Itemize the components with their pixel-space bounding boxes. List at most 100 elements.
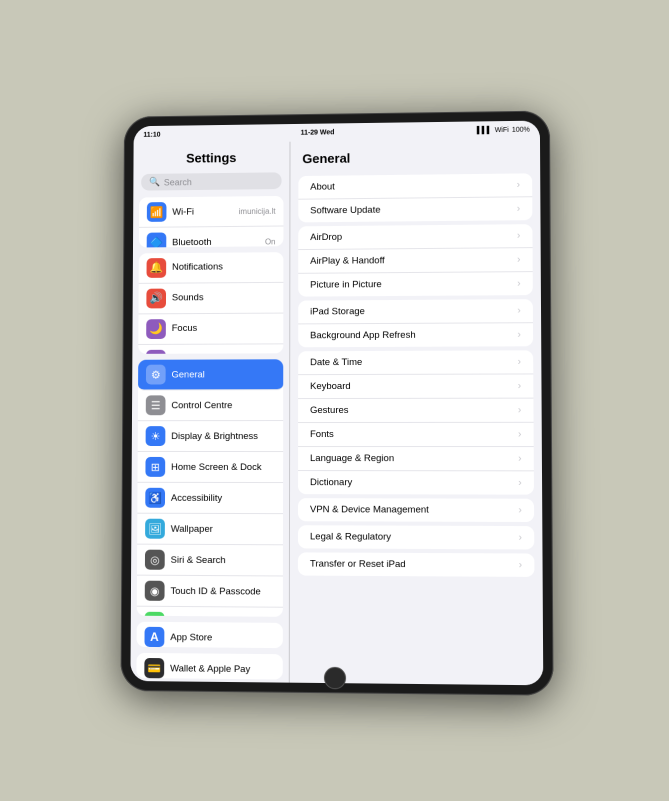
datetime-label: Date & Time	[310, 356, 362, 367]
tablet-device: 11:10 11-29 Wed ▌▌▌ WiFi 100% Settings 🔍…	[120, 110, 553, 695]
language-chevron: ›	[518, 453, 521, 464]
sidebar-item-controlcentre[interactable]: ☰ Control Centre	[137, 390, 282, 421]
appstore-label: App Store	[170, 631, 212, 642]
softwareupdate-label: Software Update	[310, 204, 380, 216]
content-group-legal: Legal & Regulatory ›	[297, 525, 533, 549]
legal-label: Legal & Regulatory	[309, 531, 390, 542]
appstore-icon: A	[144, 626, 164, 646]
battery-status: 100%	[511, 126, 529, 133]
notif-label: Notifications	[172, 261, 223, 272]
sidebar-item-siri[interactable]: ◎ Siri & Search	[136, 544, 282, 576]
airplay-label: AirPlay & Handoff	[310, 255, 384, 267]
display-label: Display & Brightness	[171, 430, 258, 441]
content-group-storage: iPad Storage › Background App Refresh ›	[298, 299, 533, 347]
sidebar-item-bluetooth[interactable]: 🔷 Bluetooth On	[138, 226, 283, 247]
language-label: Language & Region	[310, 453, 394, 464]
keyboard-label: Keyboard	[310, 380, 351, 391]
content-item-airdrop[interactable]: AirDrop ›	[298, 224, 532, 250]
focus-icon: 🌙	[146, 318, 166, 338]
sidebar-item-wallet[interactable]: 💳 Wallet & Apple Pay	[136, 652, 282, 679]
sidebar-group-notifications: 🔔 Notifications 🔊 Sounds 🌙 Focus ⏱ Scree…	[138, 251, 283, 353]
wallpaper-icon: 🖼	[145, 518, 165, 538]
pip-label: Picture in Picture	[310, 279, 382, 290]
legal-chevron: ›	[518, 532, 521, 543]
controlcentre-icon: ☰	[145, 395, 165, 415]
about-label: About	[310, 181, 335, 192]
content-item-softwareupdate[interactable]: Software Update ›	[298, 197, 532, 222]
wallet-label: Wallet & Apple Pay	[170, 662, 250, 674]
datetime-chevron: ›	[517, 356, 520, 367]
content-item-about[interactable]: About ›	[298, 173, 532, 199]
content-item-dictionary[interactable]: Dictionary ›	[298, 471, 534, 495]
content-item-pictureinpicture[interactable]: Picture in Picture ›	[298, 272, 533, 297]
sidebar-item-touchid[interactable]: ◉ Touch ID & Passcode	[136, 575, 282, 607]
sidebar: Settings 🔍 Search 📶 Wi-Fi imunicija.lt 🔷	[130, 141, 290, 682]
home-button[interactable]	[323, 666, 345, 689]
tablet-screen: 11:10 11-29 Wed ▌▌▌ WiFi 100% Settings 🔍…	[130, 120, 543, 685]
content-item-airplay[interactable]: AirPlay & Handoff ›	[298, 248, 532, 274]
sidebar-item-notifications[interactable]: 🔔 Notifications	[138, 251, 283, 283]
sidebar-group-wallet: 💳 Wallet & Apple Pay	[136, 652, 282, 679]
wifi-sublabel: imunicija.lt	[238, 206, 275, 215]
sidebar-item-screentime[interactable]: ⏱ Screen Time	[138, 344, 283, 354]
keyboard-chevron: ›	[517, 380, 520, 391]
battery-icon: 🔋	[144, 611, 164, 616]
content-item-language[interactable]: Language & Region ›	[298, 447, 534, 471]
homescreen-icon: ⊞	[145, 456, 165, 476]
sidebar-item-wifi[interactable]: 📶 Wi-Fi imunicija.lt	[138, 195, 283, 227]
content-item-backgroundapp[interactable]: Background App Refresh ›	[298, 323, 533, 347]
notifications-icon: 🔔	[146, 257, 166, 277]
content-item-vpn[interactable]: VPN & Device Management ›	[297, 498, 533, 522]
transfer-label: Transfer or Reset iPad	[309, 558, 405, 570]
content-item-keyboard[interactable]: Keyboard ›	[298, 374, 533, 399]
content-item-ipadstorage[interactable]: iPad Storage ›	[298, 299, 533, 324]
fonts-label: Fonts	[310, 429, 334, 440]
sidebar-item-appstore[interactable]: A App Store	[136, 621, 282, 647]
content-group-airdrop: AirDrop › AirPlay & Handoff › Picture in…	[298, 224, 533, 296]
sidebar-item-homescreen[interactable]: ⊞ Home Screen & Dock	[137, 452, 283, 483]
ipadstorage-label: iPad Storage	[310, 306, 365, 317]
sidebar-group-general: ⚙ General ☰ Control Centre ☀ Display & B…	[136, 359, 282, 617]
siri-label: Siri & Search	[170, 554, 225, 565]
wifi-label: Wi-Fi	[172, 206, 194, 217]
content-group-keyboard: Date & Time › Keyboard › Gestures › Font…	[298, 350, 534, 494]
gestures-label: Gestures	[310, 404, 348, 415]
vpn-label: VPN & Device Management	[309, 504, 428, 515]
accessibility-icon: ♿	[145, 487, 165, 507]
sidebar-item-sounds[interactable]: 🔊 Sounds	[138, 282, 283, 314]
transfer-chevron: ›	[518, 559, 521, 570]
sidebar-item-accessibility[interactable]: ♿ Accessibility	[137, 482, 283, 513]
sidebar-item-focus[interactable]: 🌙 Focus	[138, 313, 283, 344]
content-item-datetime[interactable]: Date & Time ›	[298, 350, 533, 375]
screentime-icon: ⏱	[146, 349, 166, 353]
sounds-label: Sounds	[171, 292, 203, 303]
sidebar-item-display[interactable]: ☀ Display & Brightness	[137, 421, 282, 452]
about-chevron: ›	[516, 179, 519, 190]
softwareupdate-chevron: ›	[516, 203, 519, 214]
content-item-legal[interactable]: Legal & Regulatory ›	[297, 525, 533, 549]
touchid-label: Touch ID & Passcode	[170, 585, 260, 597]
sidebar-item-general[interactable]: ⚙ General	[138, 359, 283, 390]
wifi-status-icon: WiFi	[494, 126, 508, 133]
search-placeholder: Search	[163, 176, 191, 186]
sidebar-item-battery[interactable]: 🔋 Battery	[136, 606, 282, 616]
wallpaper-label: Wallpaper	[170, 523, 212, 534]
controlcentre-label: Control Centre	[171, 399, 232, 410]
siri-icon: ◎	[144, 549, 164, 569]
main-title: General	[290, 144, 540, 172]
search-bar[interactable]: 🔍 Search	[141, 172, 281, 190]
backgroundapp-label: Background App Refresh	[310, 329, 416, 340]
sidebar-item-wallpaper[interactable]: 🖼 Wallpaper	[137, 513, 283, 545]
content-group-transfer: Transfer or Reset iPad ›	[297, 552, 534, 577]
content-item-fonts[interactable]: Fonts ›	[298, 422, 534, 446]
dictionary-label: Dictionary	[309, 477, 351, 488]
accessibility-label: Accessibility	[170, 492, 221, 503]
display-icon: ☀	[145, 426, 165, 446]
airplay-chevron: ›	[517, 254, 520, 265]
pip-chevron: ›	[517, 278, 520, 289]
content-item-transfer[interactable]: Transfer or Reset iPad ›	[297, 552, 534, 577]
content-item-gestures[interactable]: Gestures ›	[298, 398, 533, 422]
touchid-icon: ◉	[144, 580, 164, 600]
airdrop-label: AirDrop	[310, 231, 342, 242]
status-time: 11:10	[143, 131, 160, 138]
